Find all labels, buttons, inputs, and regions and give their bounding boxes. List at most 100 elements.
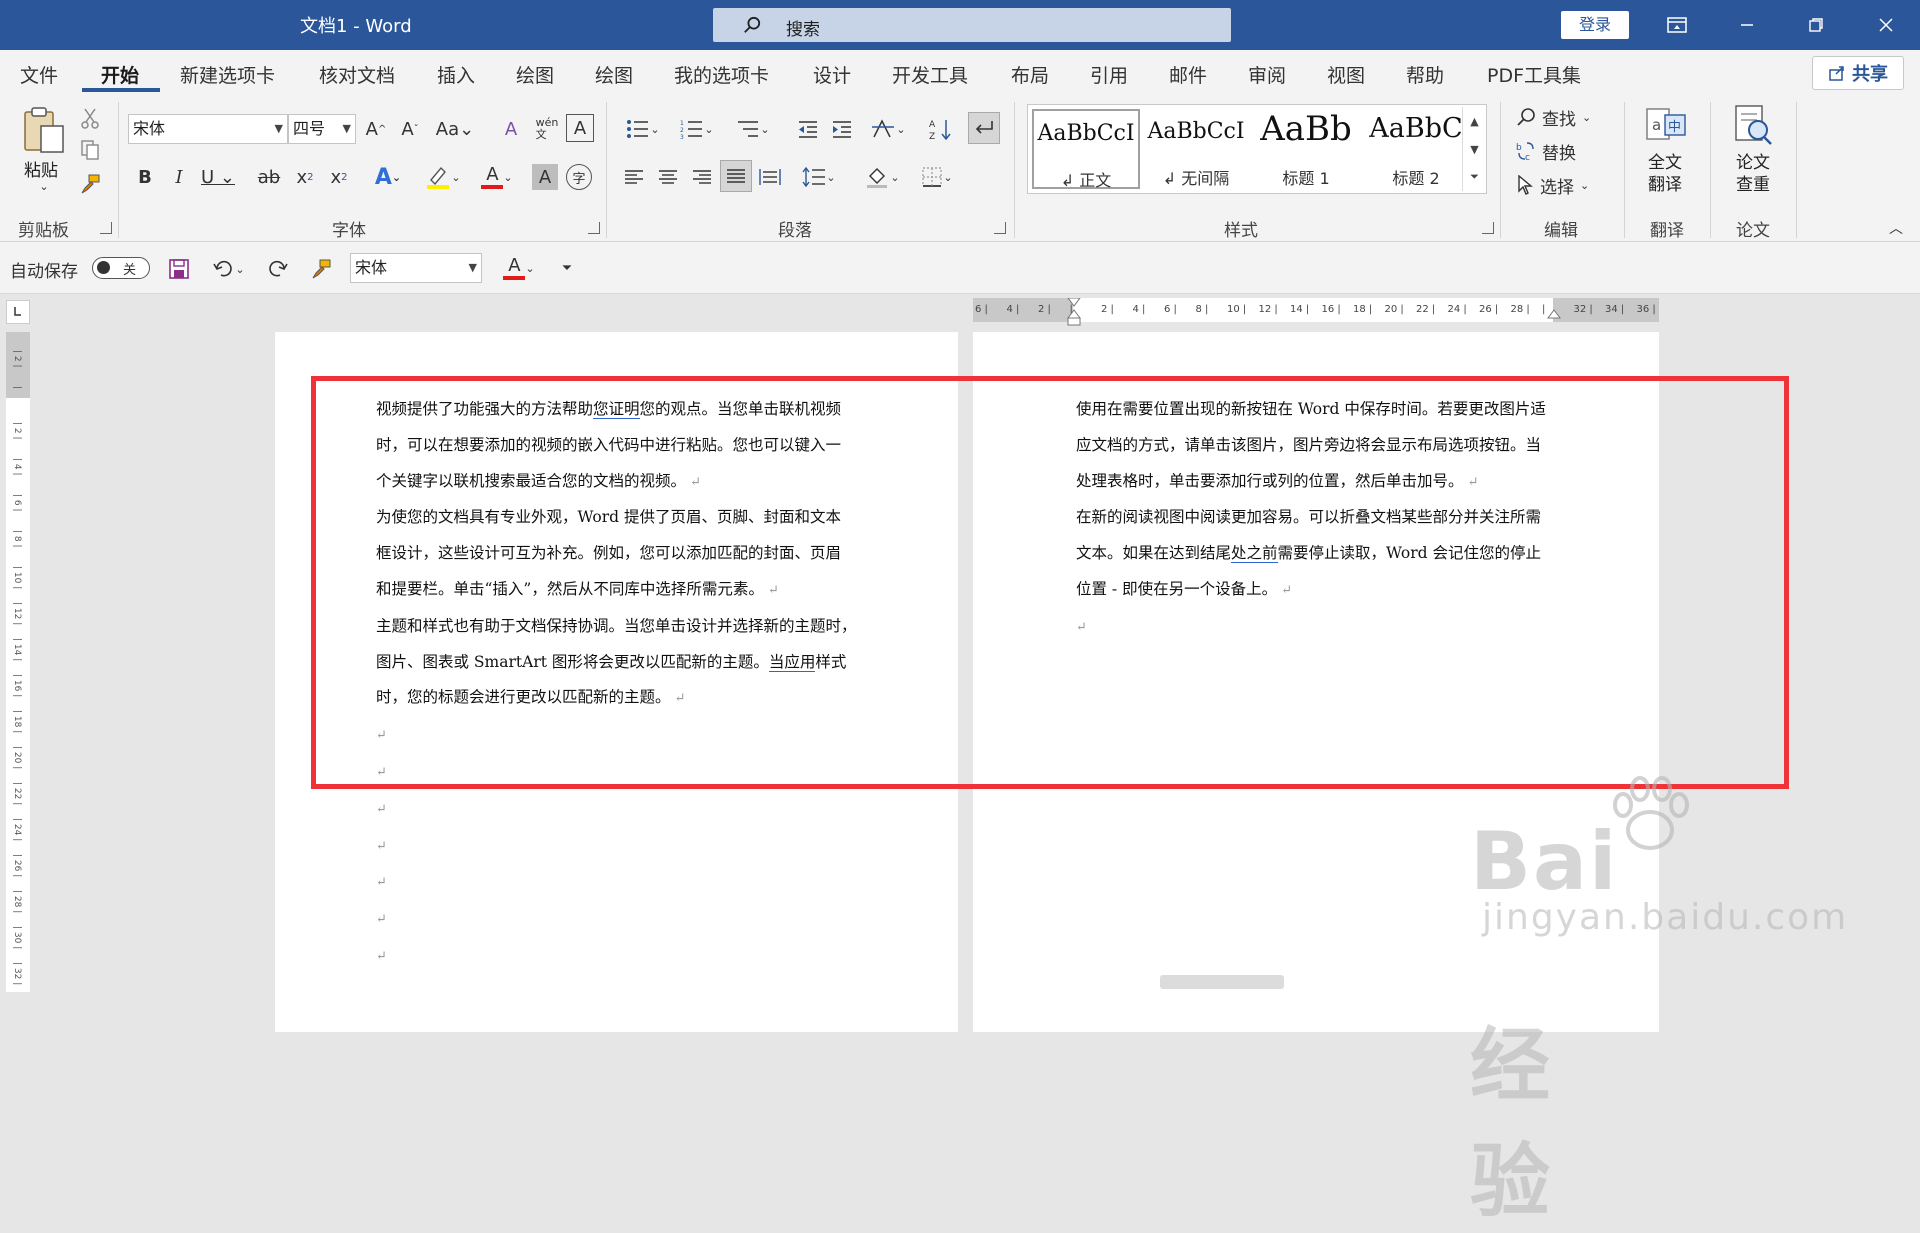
restore-icon[interactable] xyxy=(1801,10,1831,40)
text-line[interactable]: 文本。如果在达到结尾处之前需要停止读取，Word 会记住您的停止 xyxy=(1076,536,1576,572)
shrink-font-icon[interactable]: Aˇ xyxy=(396,114,424,144)
grammar-underline[interactable]: 当应用 xyxy=(768,652,816,672)
undo-icon[interactable]: ⌄ xyxy=(206,256,252,282)
style-heading-2[interactable]: AaBbC 标题 2 xyxy=(1362,109,1470,189)
style-no-spacing[interactable]: AaBbCcI ↲ 无间隔 xyxy=(1142,109,1250,189)
tab-pdf-tools[interactable]: PDF工具集 xyxy=(1487,61,1581,88)
text-line[interactable]: 使用在需要位置出现的新按钮在 Word 中保存时间。若要更改图片适 xyxy=(1076,392,1576,428)
align-right-icon[interactable] xyxy=(688,162,716,192)
share-button[interactable]: 共享 xyxy=(1812,56,1904,90)
shading-icon[interactable]: ⌄ xyxy=(860,162,906,192)
underline-icon[interactable]: U ⌄ xyxy=(198,162,238,192)
chinese-layout-icon[interactable]: ⌄ xyxy=(866,114,912,144)
page-1-text[interactable]: 视频提供了功能强大的方法帮助您证明您的观点。当您单击联机视频 时，可以在想要添加的… xyxy=(376,392,876,975)
find-button[interactable]: 查找 ⌄ xyxy=(1516,102,1616,132)
grammar-underline[interactable]: 处之前 xyxy=(1231,544,1278,564)
align-left-icon[interactable] xyxy=(620,162,648,192)
format-painter-icon[interactable] xyxy=(78,172,102,196)
show-formatting-marks-icon[interactable] xyxy=(968,112,1000,144)
tab-design[interactable]: 设计 xyxy=(813,61,851,88)
translate-label[interactable]: 全文 翻译 xyxy=(1648,152,1682,196)
grow-font-icon[interactable]: A ^ xyxy=(362,114,390,144)
subscript-icon[interactable]: x2 xyxy=(292,162,318,192)
search-box[interactable]: 搜索 xyxy=(713,8,1231,42)
tab-developer[interactable]: 开发工具 xyxy=(892,61,968,88)
tab-draw-2[interactable]: 绘图 xyxy=(595,61,633,88)
page-1[interactable]: 视频提供了功能强大的方法帮助您证明您的观点。当您单击联机视频 时，可以在想要添加的… xyxy=(275,332,958,1032)
tab-review[interactable]: 审阅 xyxy=(1248,61,1286,88)
sort-icon[interactable]: AZ xyxy=(926,114,956,144)
align-center-icon[interactable] xyxy=(654,162,682,192)
text-line[interactable]: 处理表格时，单击要添加行或列的位置，然后单击加号。 ↵ xyxy=(1076,464,1576,501)
tab-view[interactable]: 视图 xyxy=(1327,61,1365,88)
qat-font-color-icon[interactable]: A ⌄ xyxy=(496,254,542,282)
close-icon[interactable] xyxy=(1871,10,1901,40)
styles-more-icon[interactable]: ⏷ xyxy=(1462,163,1486,191)
empty-paragraph[interactable]: ↵ xyxy=(376,864,876,901)
redo-icon[interactable] xyxy=(264,256,290,282)
paste-dropdown-icon[interactable]: ⌄ xyxy=(36,178,52,194)
tab-file[interactable]: 文件 xyxy=(20,61,58,88)
numbering-icon[interactable]: 1 2 3 ⌄ xyxy=(674,114,720,144)
bullets-icon[interactable]: ⌄ xyxy=(620,114,666,144)
tab-insert[interactable]: 插入 xyxy=(437,61,475,88)
text-line[interactable]: 主题和样式也有助于文档保持协调。当您单击设计并选择新的主题时， xyxy=(376,609,876,645)
collapse-ribbon-icon[interactable]: ︿ xyxy=(1886,220,1906,237)
multilevel-list-icon[interactable]: ⌄ xyxy=(730,114,776,144)
copy-icon[interactable] xyxy=(78,138,102,162)
change-case-icon[interactable]: Aa⌄ xyxy=(432,114,478,144)
tab-layout[interactable]: 布局 xyxy=(1011,61,1049,88)
tab-references[interactable]: 引用 xyxy=(1090,61,1128,88)
empty-paragraph[interactable]: ↵ xyxy=(376,754,876,791)
customize-qat-icon[interactable]: ⏷ xyxy=(556,254,578,282)
styles-scroll-down-icon[interactable]: ▼ xyxy=(1462,135,1486,163)
text-line[interactable]: 图片、图表或 SmartArt 图形将会更改以匹配新的主题。当应用样式 xyxy=(376,645,876,681)
qat-font-combo[interactable]: 宋体 ▼ xyxy=(350,253,482,283)
font-color-icon[interactable]: A ⌄ xyxy=(474,162,520,192)
cut-icon[interactable] xyxy=(78,106,102,130)
tab-new-tab[interactable]: 新建选项卡 xyxy=(180,61,275,88)
tab-proofread[interactable]: 核对文档 xyxy=(319,61,395,88)
highlight-color-icon[interactable]: ⌄ xyxy=(420,162,466,192)
clear-formatting-icon[interactable]: A xyxy=(496,114,526,144)
paper-check-label[interactable]: 论文 查重 xyxy=(1736,152,1770,196)
empty-paragraph[interactable]: ↵ xyxy=(376,791,876,828)
empty-paragraph[interactable]: ↵ xyxy=(376,901,876,938)
style-heading-1[interactable]: AaBb 标题 1 xyxy=(1252,109,1360,189)
character-shading-icon[interactable]: A xyxy=(532,164,558,190)
font-launcher-icon[interactable] xyxy=(588,222,600,234)
text-line[interactable]: 在新的阅读视图中阅读更加容易。可以折叠文档某些部分并关注所需 xyxy=(1076,500,1576,536)
paragraph-launcher-icon[interactable] xyxy=(994,222,1006,234)
text-line[interactable]: 为使您的文档具有专业外观，Word 提供了页眉、页脚、封面和文本 xyxy=(376,500,876,536)
styles-launcher-icon[interactable] xyxy=(1482,222,1494,234)
autosave-toggle[interactable]: 关 xyxy=(92,257,150,279)
decrease-indent-icon[interactable] xyxy=(794,114,822,144)
empty-paragraph[interactable]: ↵ xyxy=(376,938,876,975)
font-size-combo[interactable]: 四号 ▼ xyxy=(288,114,356,144)
enclose-characters-icon[interactable]: 字 xyxy=(566,164,592,190)
phonetic-guide-icon[interactable]: wén 文 xyxy=(532,114,562,144)
styles-scroll-up-icon[interactable]: ▲ xyxy=(1462,107,1486,135)
borders-icon[interactable]: ⌄ xyxy=(914,162,960,192)
text-line[interactable]: 和提要栏。单击“插入”，然后从不同库中选择所需元素。 ↵ xyxy=(376,572,876,609)
clipboard-launcher-icon[interactable] xyxy=(100,222,112,234)
tab-selector-icon[interactable] xyxy=(6,300,30,324)
italic-icon[interactable]: I xyxy=(166,162,192,192)
bold-icon[interactable]: B xyxy=(132,162,158,192)
text-line[interactable]: 视频提供了功能强大的方法帮助您证明您的观点。当您单击联机视频 xyxy=(376,392,876,428)
replace-button[interactable]: bc 替换 xyxy=(1516,136,1616,166)
tab-my-tab[interactable]: 我的选项卡 xyxy=(674,61,769,88)
paste-icon[interactable] xyxy=(20,106,68,156)
distributed-icon[interactable] xyxy=(756,162,784,192)
line-spacing-icon[interactable]: ⌄ xyxy=(796,162,842,192)
login-button[interactable]: 登录 xyxy=(1561,11,1629,39)
select-button[interactable]: 选择 ⌄ xyxy=(1516,170,1616,200)
text-line[interactable]: 时，您的标题会进行更改以匹配新的主题。 ↵ xyxy=(376,680,876,717)
empty-paragraph[interactable]: ↵ xyxy=(1076,609,1576,646)
character-border-icon[interactable]: A xyxy=(566,114,594,142)
page-2-text[interactable]: 使用在需要位置出现的新按钮在 Word 中保存时间。若要更改图片适 应文档的方式，… xyxy=(1076,392,1576,646)
paper-check-icon[interactable] xyxy=(1730,104,1776,148)
superscript-icon[interactable]: x2 xyxy=(326,162,352,192)
minimize-icon[interactable] xyxy=(1732,10,1762,40)
translate-icon[interactable]: a中 xyxy=(1644,104,1688,148)
